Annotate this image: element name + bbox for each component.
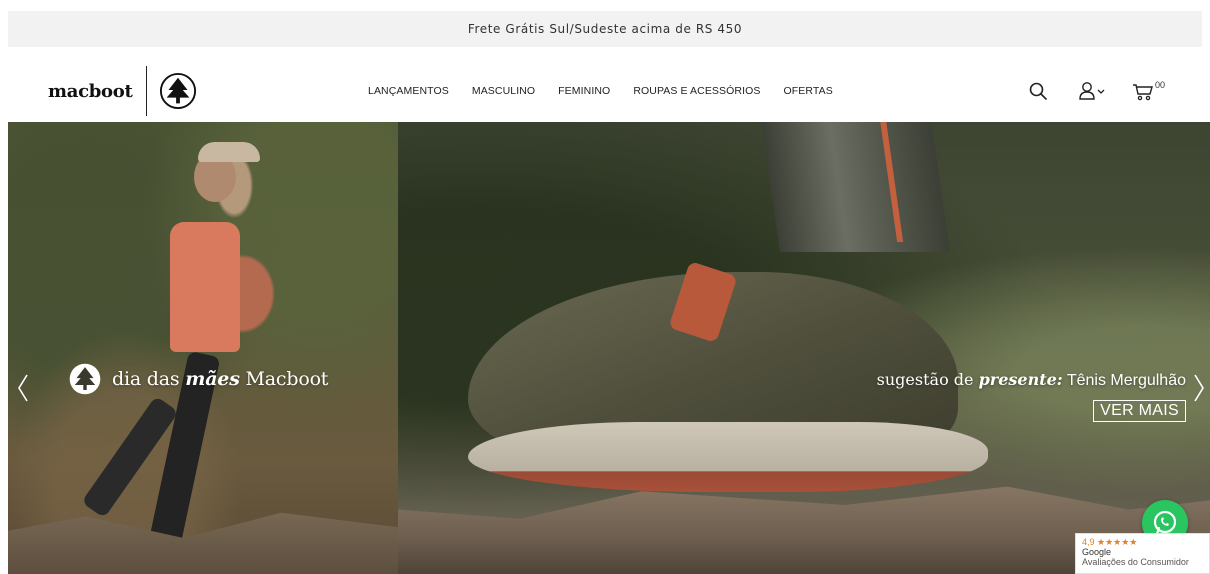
google-review-badge[interactable]: 4,9 ★★★★★ Google Avaliações do Consumido…	[1075, 533, 1210, 574]
hero-title-prefix: dia das	[112, 368, 186, 390]
hero-subtitle-emphasis: presente:	[978, 370, 1063, 389]
hero-caption-right: sugestão de presente: Tênis Mergulhão VE…	[877, 370, 1186, 422]
site-header: macboot LANÇAMENTOS MASCULINO FEMININO R…	[0, 60, 1210, 122]
hero-title-suffix: Macboot	[239, 368, 329, 390]
user-icon	[1079, 82, 1105, 100]
account-button[interactable]	[1078, 81, 1106, 101]
carousel-next-button[interactable]	[1188, 368, 1210, 408]
nav-item-feminino[interactable]: FEMININO	[558, 85, 610, 97]
header-tools: 00	[1028, 60, 1165, 122]
carousel-prev-button[interactable]	[12, 368, 34, 408]
promo-bar: Frete Grátis Sul/Sudeste acima de RS 450	[0, 0, 1210, 60]
nav-item-masculino[interactable]: MASCULINO	[472, 85, 535, 97]
hero-title-emphasis: mães	[185, 368, 240, 390]
review-provider: Google	[1082, 547, 1112, 557]
main-nav: LANÇAMENTOS MASCULINO FEMININO ROUPAS E …	[368, 60, 856, 122]
logo-wordmark: macboot	[48, 80, 133, 102]
promo-text: Frete Grátis Sul/Sudeste acima de RS 450	[467, 22, 743, 36]
hero-title: dia das mães Macboot	[112, 368, 328, 390]
review-label: Avaliações do Consumidor	[1082, 557, 1189, 567]
nav-item-roupas-acessorios[interactable]: ROUPAS E ACESSÓRIOS	[633, 85, 760, 97]
hero-image-right	[398, 122, 1210, 574]
hero-subtitle-prefix: sugestão de	[876, 370, 979, 389]
review-rating: 4,9 ★★★★★	[1082, 537, 1138, 547]
ver-mais-button[interactable]: VER MAIS	[1093, 400, 1186, 422]
search-icon	[1029, 82, 1047, 100]
promo-bar-inner: Frete Grátis Sul/Sudeste acima de RS 450	[8, 11, 1202, 47]
nav-item-lancamentos[interactable]: LANÇAMENTOS	[368, 85, 449, 97]
hero-image-left	[8, 122, 398, 574]
tree-logo-icon	[160, 72, 197, 110]
hero-banner[interactable]: dia das mães Macboot sugestão de present…	[8, 122, 1210, 574]
cart-icon	[1133, 84, 1153, 101]
chevron-right-icon	[1194, 374, 1204, 402]
cart-count: 00	[1155, 80, 1166, 90]
search-button[interactable]	[1028, 81, 1048, 101]
hero-product-name: Tênis Mergulhão	[1062, 372, 1186, 389]
tree-logo-icon	[69, 363, 101, 395]
hero-subtitle: sugestão de presente: Tênis Mergulhão	[877, 370, 1186, 390]
logo[interactable]: macboot	[48, 60, 197, 122]
cart-button[interactable]: 00	[1132, 80, 1166, 101]
hero-caption-left: dia das mães Macboot	[68, 362, 328, 396]
logo-divider	[146, 66, 148, 116]
chevron-left-icon	[18, 374, 28, 402]
nav-item-ofertas[interactable]: OFERTAS	[783, 85, 832, 97]
